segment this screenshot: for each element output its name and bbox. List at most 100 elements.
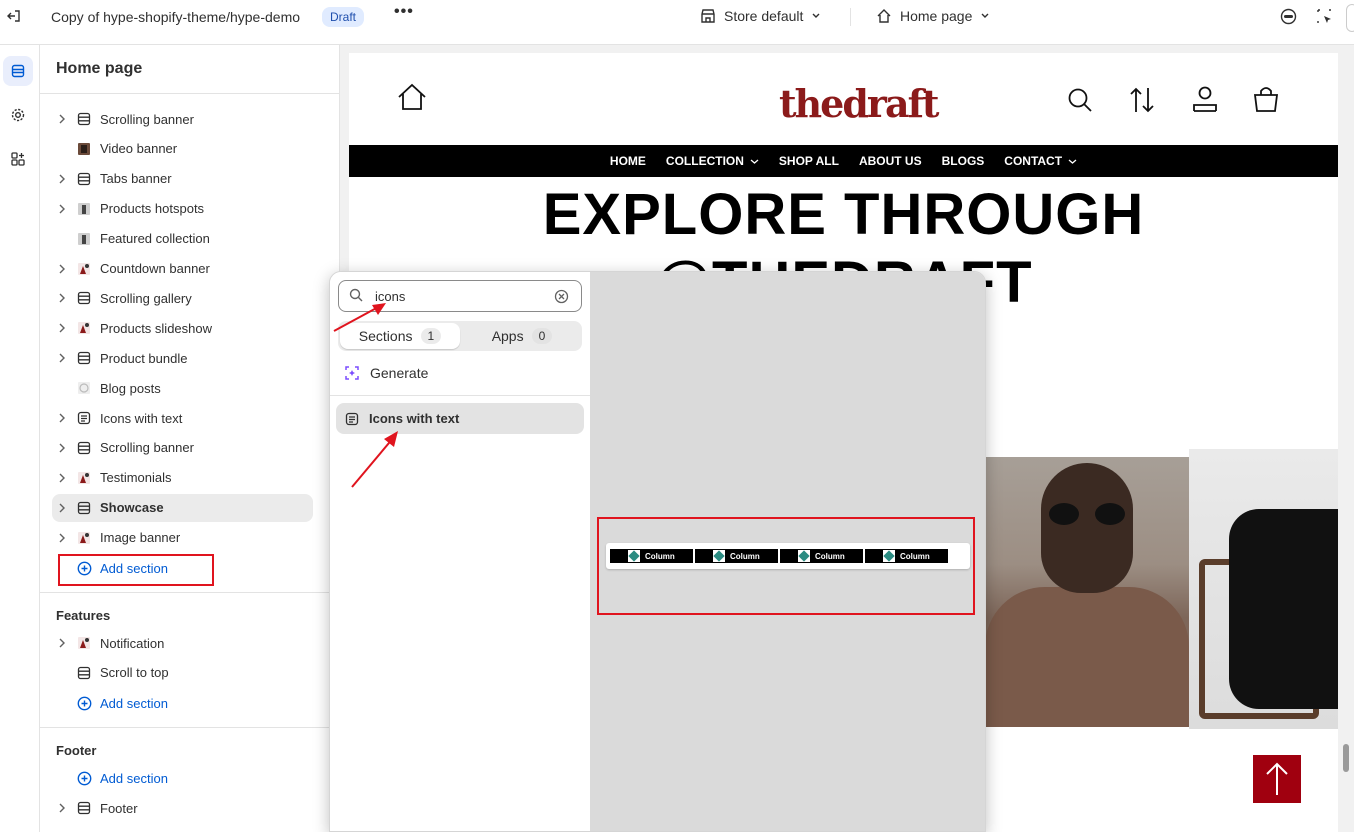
add-section-button[interactable]: Add section bbox=[52, 689, 313, 717]
status-badge: Draft bbox=[322, 7, 365, 27]
section-label: Featured collection bbox=[100, 231, 210, 247]
section-icon bbox=[72, 441, 96, 455]
add-section-button[interactable]: Add section bbox=[52, 764, 313, 792]
chevron-right-icon[interactable] bbox=[52, 533, 72, 543]
nav-item-collection[interactable]: COLLECTION bbox=[666, 154, 759, 168]
sidebar-item-video-banner[interactable]: Video banner bbox=[52, 135, 313, 163]
plus-circle-icon bbox=[72, 696, 96, 711]
highlight-box bbox=[58, 554, 214, 586]
chevron-right-icon[interactable] bbox=[52, 114, 72, 124]
section-preview-pane: Column Column Column Column bbox=[590, 272, 985, 831]
tab-apps[interactable]: Apps 0 bbox=[462, 321, 582, 351]
sidebar-item-blog-posts[interactable]: Blog posts bbox=[52, 374, 313, 402]
nav-item-home[interactable]: HOME bbox=[610, 154, 646, 168]
chevron-right-icon[interactable] bbox=[52, 413, 72, 423]
inspector-icon[interactable] bbox=[1316, 8, 1333, 25]
chevron-right-icon[interactable] bbox=[52, 204, 72, 214]
sidebar-item-tabs-banner[interactable]: Tabs banner bbox=[52, 165, 313, 193]
section-label: Tabs banner bbox=[100, 171, 172, 187]
generate-button[interactable]: Generate bbox=[344, 365, 428, 381]
chevron-right-icon[interactable] bbox=[52, 264, 72, 274]
cart-icon[interactable] bbox=[1253, 85, 1279, 116]
theme-title: Copy of hype-shopify-theme/hype-demo bbox=[51, 9, 301, 25]
chevron-right-icon[interactable] bbox=[52, 638, 72, 648]
blog-thumb-icon bbox=[72, 381, 96, 395]
sidebar-item-testimonials[interactable]: Testimonials bbox=[52, 464, 313, 492]
sidebar-item-scrolling-gallery[interactable]: Scrolling gallery bbox=[52, 284, 313, 312]
home-icon bbox=[877, 9, 891, 23]
section-icon bbox=[72, 501, 96, 515]
chevron-right-icon[interactable] bbox=[52, 353, 72, 363]
store-icon bbox=[701, 9, 715, 23]
section-label: Scrolling banner bbox=[100, 440, 194, 456]
model-photo bbox=[985, 457, 1189, 727]
section-label: Scroll to top bbox=[100, 665, 169, 681]
clear-search-icon[interactable] bbox=[554, 289, 569, 307]
sidebar-item-countdown-banner[interactable]: Countdown banner bbox=[52, 255, 313, 283]
section-label: Testimonials bbox=[100, 470, 172, 486]
sidebar-item-notification[interactable]: Notification bbox=[52, 629, 313, 657]
divider bbox=[40, 592, 339, 593]
sidebar-item-products-slideshow[interactable]: Products slideshow bbox=[52, 314, 313, 342]
account-icon[interactable] bbox=[1192, 85, 1218, 116]
apps-icon[interactable] bbox=[3, 144, 33, 174]
section-icon bbox=[72, 351, 96, 365]
image-thumb-icon bbox=[72, 321, 96, 335]
sidebar-item-products-hotspots[interactable]: Products hotspots bbox=[52, 195, 313, 223]
divider bbox=[330, 395, 590, 396]
chevron-right-icon[interactable] bbox=[52, 503, 72, 513]
chevron-right-icon[interactable] bbox=[52, 323, 72, 333]
popover-list-pane: icons Sections 1 Apps 0 Generate Icons w… bbox=[330, 272, 590, 831]
plus-circle-icon bbox=[72, 771, 96, 786]
home-icon[interactable] bbox=[397, 83, 427, 114]
chevron-right-icon[interactable] bbox=[52, 803, 72, 813]
nav-item-about-us[interactable]: ABOUT US bbox=[859, 154, 922, 168]
scroll-to-top-button[interactable] bbox=[1253, 755, 1301, 803]
image-thumb-icon bbox=[72, 531, 96, 545]
image-thumb-icon bbox=[72, 636, 96, 650]
nav-item-contact[interactable]: CONTACT bbox=[1004, 154, 1077, 168]
preview-scrollbar[interactable] bbox=[1343, 744, 1349, 772]
left-rail bbox=[0, 45, 40, 832]
footer-title: Footer bbox=[56, 743, 97, 758]
hero-line-1: EXPLORE THROUGH bbox=[542, 182, 1145, 247]
model-photo bbox=[1189, 449, 1338, 729]
section-icon bbox=[72, 291, 96, 305]
divider bbox=[40, 93, 339, 94]
section-label: Product bundle bbox=[100, 350, 188, 366]
annotation-arrow bbox=[333, 303, 386, 332]
text-block-icon bbox=[345, 412, 359, 425]
sidebar-item-scroll-to-top[interactable]: Scroll to top bbox=[52, 659, 313, 687]
chevron-right-icon[interactable] bbox=[52, 443, 72, 453]
tab-apps-label: Apps bbox=[491, 328, 524, 344]
sidebar-item-product-bundle[interactable]: Product bundle bbox=[52, 344, 313, 372]
exit-icon[interactable] bbox=[6, 8, 22, 24]
section-label: Image banner bbox=[100, 530, 181, 546]
search-icon[interactable] bbox=[1067, 87, 1093, 116]
more-actions-button[interactable]: ••• bbox=[394, 3, 414, 21]
sidebar-item-footer[interactable]: Footer bbox=[52, 794, 313, 822]
top-bar: Copy of hype-shopify-theme/hype-demo Dra… bbox=[0, 0, 1354, 45]
store-selector[interactable]: Store default bbox=[700, 8, 821, 24]
sidebar-item-scrolling-banner[interactable]: Scrolling banner bbox=[52, 434, 313, 462]
sort-icon[interactable] bbox=[1129, 86, 1155, 117]
nav-item-shop-all[interactable]: SHOP ALL bbox=[779, 154, 839, 168]
accessibility-icon[interactable] bbox=[1280, 8, 1297, 25]
nav-item-blogs[interactable]: BLOGS bbox=[942, 154, 985, 168]
sidebar-item-icons-with-text[interactable]: Icons with text bbox=[52, 404, 313, 432]
sidebar-item-scrolling-banner[interactable]: Scrolling banner bbox=[52, 105, 313, 133]
annotation-arrow bbox=[351, 431, 398, 488]
sidebar-item-showcase[interactable]: Showcase bbox=[52, 493, 313, 522]
chevron-right-icon[interactable] bbox=[52, 293, 72, 303]
chevron-right-icon[interactable] bbox=[52, 174, 72, 184]
chevron-right-icon[interactable] bbox=[52, 473, 72, 483]
page-selector[interactable]: Home page bbox=[876, 8, 990, 24]
section-label: Icons with text bbox=[100, 410, 183, 426]
sidebar-item-image-banner[interactable]: Image banner bbox=[52, 524, 313, 552]
save-button[interactable] bbox=[1346, 4, 1354, 32]
store-logo[interactable]: thedraft bbox=[779, 81, 939, 126]
page-selector-label: Home page bbox=[900, 8, 973, 24]
gear-icon[interactable] bbox=[3, 100, 33, 130]
sidebar-item-featured-collection[interactable]: Featured collection bbox=[52, 225, 313, 253]
sections-icon[interactable] bbox=[3, 56, 33, 86]
